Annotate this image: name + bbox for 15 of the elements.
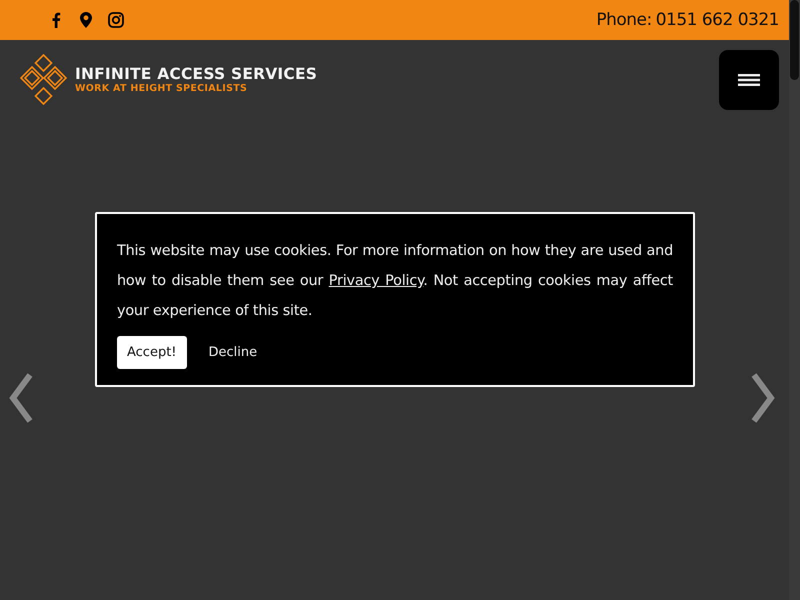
logo-title: INFINITE ACCESS SERVICES xyxy=(75,65,318,83)
logo-tagline: WORK AT HEIGHT SPECIALISTS xyxy=(75,83,248,94)
menu-button[interactable] xyxy=(719,50,779,110)
phone-label: Phone: xyxy=(596,10,652,30)
cookie-message: This website may use cookies. For more information on how they are used and how to disable them see our Privacy Policy. Not accepting cookies may affect your experience of this site. xyxy=(117,242,673,321)
facebook-icon[interactable] xyxy=(51,12,61,28)
logo-diamond-icon xyxy=(17,53,70,106)
instagram-icon[interactable] xyxy=(108,12,124,28)
menu-icon xyxy=(738,74,760,86)
privacy-policy-link[interactable]: Privacy Policy xyxy=(328,273,424,289)
accept-button[interactable]: Accept! xyxy=(117,336,187,369)
map-pin-icon[interactable] xyxy=(80,12,92,28)
phone-link[interactable]: 0151 662 0321 xyxy=(656,10,779,30)
scrollbar[interactable] xyxy=(789,0,800,600)
decline-button[interactable]: Decline xyxy=(198,336,268,369)
